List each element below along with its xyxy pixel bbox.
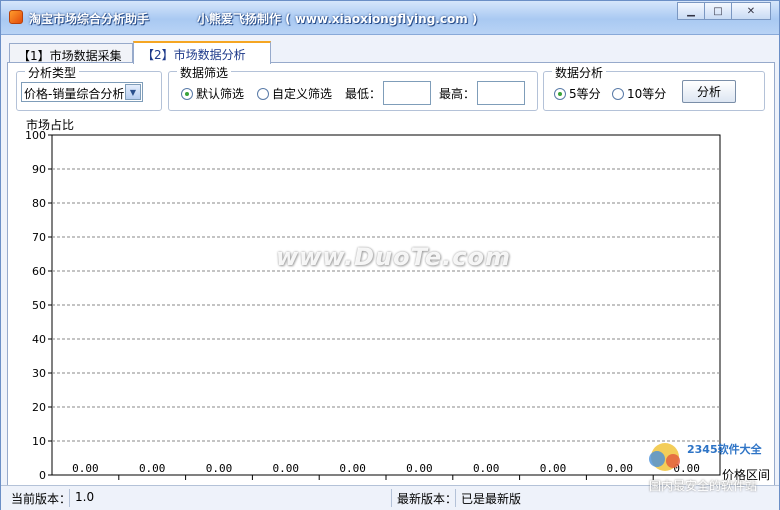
- y-tick-label: 20: [32, 401, 46, 414]
- maximize-icon: □: [713, 5, 723, 17]
- market-share-chart: 市场占比 价格区间 0102030405060708090100 0.00 0.0…: [25, 119, 770, 482]
- latest-version-label: 最新版本：: [397, 492, 458, 506]
- data-analysis-group: 数据分析 5等分 10等分 分析: [543, 64, 765, 111]
- min-price-label: 最低：: [345, 87, 382, 101]
- latest-version-value: 已是最新版: [461, 492, 522, 506]
- current-version-value: 1.0: [75, 490, 95, 504]
- y-tick-label: 80: [32, 197, 46, 210]
- y-tick-label: 100: [25, 129, 46, 142]
- data-filter-group: 数据筛选 默认筛选 自定义筛选 最低： 最高：: [168, 64, 538, 111]
- min-price-input[interactable]: [383, 81, 431, 105]
- analyze-button[interactable]: 分析: [682, 80, 736, 103]
- window-title: 淘宝市场综合分析助手: [29, 12, 150, 26]
- bar-value-label: 0.00: [473, 462, 500, 475]
- minimize-icon: ▁: [687, 5, 695, 17]
- radio-checked-icon: [554, 87, 566, 100]
- bar-value-label: 0.00: [72, 462, 99, 475]
- data-analysis-title: 数据分析: [552, 64, 607, 81]
- tab-data-collection[interactable]: 【1】市场数据采集: [9, 43, 133, 63]
- y-tick-label: 60: [32, 265, 46, 278]
- corner-slogan-text: 国内最安全的软件站: [649, 479, 758, 493]
- tab-data-analysis[interactable]: 【2】市场数据分析: [133, 41, 271, 64]
- bar-value-label: 0.00: [139, 462, 166, 475]
- close-icon: ✕: [746, 5, 756, 17]
- default-filter-radio[interactable]: 默认筛选: [181, 85, 244, 102]
- max-price-input[interactable]: [477, 81, 525, 105]
- maximize-button[interactable]: □: [704, 2, 732, 20]
- app-window: 淘宝市场综合分析助手 小熊爱飞扬制作 ( www.xiaoxiongflying…: [0, 0, 780, 510]
- bar-value-label: 0.00: [540, 462, 567, 475]
- bar-value-label: 0.00: [273, 462, 300, 475]
- data-filter-title: 数据筛选: [177, 64, 232, 81]
- status-divider: [391, 489, 392, 507]
- analysis-type-value: 价格-销量综合分析: [24, 87, 125, 101]
- radio-unchecked-icon: [257, 87, 269, 100]
- status-divider: [69, 489, 70, 507]
- y-tick-label: 70: [32, 231, 46, 244]
- max-price-label: 最高：: [439, 87, 476, 101]
- app-logo-icon: [9, 10, 23, 24]
- y-tick-label: 0: [39, 469, 46, 482]
- watermark-text: www.DuoTe.com: [276, 243, 511, 271]
- status-divider: [455, 489, 456, 507]
- window-controls: ▁ □ ✕: [677, 2, 771, 20]
- download-site-logo-icon: [649, 443, 680, 471]
- y-tick-label: 10: [32, 435, 46, 448]
- bar-value-label: 0.00: [206, 462, 233, 475]
- split-5-label: 5等分: [569, 87, 601, 101]
- current-version-label: 当前版本：: [11, 492, 72, 506]
- radio-checked-icon: [181, 87, 193, 100]
- y-tick-label: 50: [32, 299, 46, 312]
- minimize-button[interactable]: ▁: [677, 2, 705, 20]
- analysis-panel: 分析类型 价格-销量综合分析 ▼ 数据筛选 默认筛选 自定义筛选 最低： 最高：…: [7, 62, 775, 486]
- custom-filter-label: 自定义筛选: [272, 87, 333, 101]
- custom-filter-radio[interactable]: 自定义筛选: [257, 85, 332, 102]
- split-5-radio[interactable]: 5等分: [554, 85, 601, 102]
- bar-value-label: 0.00: [607, 462, 634, 475]
- y-tick-label: 30: [32, 367, 46, 380]
- y-tick-label: 40: [32, 333, 46, 346]
- y-tick-label: 90: [32, 163, 46, 176]
- window-subtitle: 小熊爱飞扬制作 ( www.xiaoxiongflying.com ): [197, 12, 478, 26]
- analysis-type-select[interactable]: 价格-销量综合分析 ▼: [21, 82, 143, 102]
- split-10-label: 10等分: [627, 87, 667, 101]
- title-bar[interactable]: 淘宝市场综合分析助手 小熊爱飞扬制作 ( www.xiaoxiongflying…: [1, 1, 779, 35]
- default-filter-label: 默认筛选: [196, 87, 245, 101]
- corner-brand-text: 2345软件大全: [687, 443, 762, 456]
- split-10-radio[interactable]: 10等分: [612, 85, 666, 102]
- analysis-type-title: 分析类型: [25, 64, 80, 81]
- radio-unchecked-icon: [612, 87, 624, 100]
- close-button[interactable]: ✕: [731, 2, 771, 20]
- corner-watermark-logo: 2345软件大全 国内最安全的软件站: [641, 437, 780, 497]
- dropdown-arrow-icon[interactable]: ▼: [125, 84, 141, 100]
- bar-value-label: 0.00: [406, 462, 433, 475]
- bar-value-label: 0.00: [339, 462, 366, 475]
- analysis-type-group: 分析类型 价格-销量综合分析 ▼: [16, 64, 162, 111]
